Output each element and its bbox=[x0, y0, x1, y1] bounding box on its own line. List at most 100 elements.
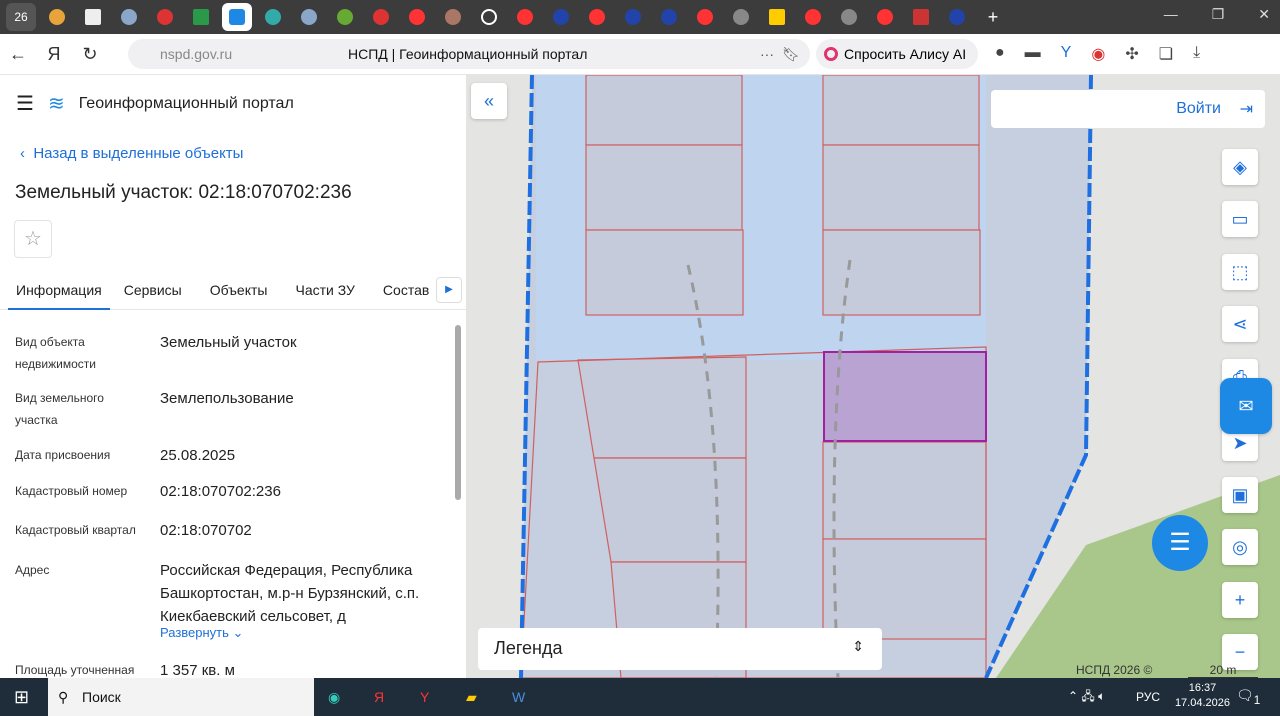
new-tab-button[interactable]: + bbox=[978, 3, 1008, 31]
tab[interactable] bbox=[150, 3, 180, 31]
alice-label: Спросить Алису AI bbox=[844, 46, 967, 62]
tab[interactable] bbox=[366, 3, 396, 31]
share-button[interactable]: ⋖ bbox=[1222, 306, 1258, 342]
yandex-icon[interactable]: Y bbox=[420, 689, 429, 705]
search-label: Поиск bbox=[82, 689, 121, 705]
logo-icon: ≋ bbox=[47, 93, 65, 115]
yandex-browser-icon[interactable]: Я bbox=[374, 689, 384, 705]
tab[interactable] bbox=[438, 3, 468, 31]
taskbar-search[interactable]: ⚲ Поиск bbox=[48, 678, 314, 716]
collections-icon[interactable]: ❏ bbox=[1159, 44, 1173, 64]
map[interactable]: « Войти ⇥ ◈ ▭ ⬚ ⋖ ⎙ ➤ ▣ ◎ + − ✉ ☰ Легенда… bbox=[466, 75, 1280, 678]
extension-icon[interactable]: ▬ bbox=[1025, 44, 1041, 64]
date: 17.04.2026 bbox=[1174, 697, 1230, 709]
back-icon[interactable]: ← bbox=[0, 44, 36, 65]
ruler-button[interactable]: ▭ bbox=[1222, 201, 1258, 237]
tab-info[interactable]: Информация bbox=[8, 278, 110, 310]
zoom-in-button[interactable]: + bbox=[1222, 582, 1258, 618]
translator-extension-button[interactable]: ✉ bbox=[1220, 378, 1272, 434]
login-label: Войти bbox=[1176, 100, 1221, 117]
url-field[interactable]: nspd.gov.ru НСПД | Геоинформационный пор… bbox=[128, 39, 810, 69]
legend-label: Легенда bbox=[494, 638, 563, 658]
extension-icon[interactable]: ◉ bbox=[1091, 44, 1105, 64]
tab[interactable] bbox=[78, 3, 108, 31]
restore-icon[interactable]: ❐ bbox=[1212, 6, 1225, 23]
extension-icon[interactable]: Y bbox=[1061, 44, 1072, 64]
language-indicator[interactable]: РУС bbox=[1136, 690, 1160, 704]
tab[interactable] bbox=[510, 3, 540, 31]
tab-composition[interactable]: Состав bbox=[369, 278, 443, 309]
tabs-next-button[interactable]: ▶ bbox=[436, 277, 462, 303]
word-icon[interactable]: W bbox=[512, 689, 525, 705]
tab[interactable] bbox=[546, 3, 576, 31]
tab-services[interactable]: Сервисы bbox=[110, 278, 196, 309]
notifications-icon[interactable]: 🗨︎1 bbox=[1236, 687, 1260, 707]
tab-count[interactable]: 26 bbox=[6, 3, 36, 31]
address-bar: ← Я ↻ nspd.gov.ru НСПД | Геоинформационн… bbox=[0, 34, 1280, 75]
edge-icon[interactable]: ◉ bbox=[328, 689, 340, 706]
chat-button[interactable]: ☰ bbox=[1152, 515, 1208, 571]
tray-icons[interactable]: ⌃ 🖧︎ 🔈︎ bbox=[1068, 687, 1105, 708]
field-value: Земельный участок bbox=[160, 334, 297, 351]
field-value: Российская Федерация, Республика Башкорт… bbox=[160, 562, 420, 625]
login-button[interactable]: Войти ⇥ bbox=[991, 90, 1265, 128]
expand-link[interactable]: Развернуть ⌄ bbox=[160, 625, 243, 641]
scrollbar[interactable] bbox=[455, 325, 461, 500]
tab[interactable] bbox=[726, 3, 756, 31]
layers-button[interactable]: ◈ bbox=[1222, 149, 1258, 185]
field-label: Кадастровый номер bbox=[15, 484, 128, 498]
minimize-icon[interactable]: — bbox=[1164, 6, 1178, 23]
login-icon: ⇥ bbox=[1239, 101, 1253, 118]
collapse-panel-button[interactable]: « bbox=[471, 83, 507, 119]
field-label: Кадастровый квартал bbox=[15, 523, 136, 537]
yandex-icon[interactable]: Я bbox=[36, 44, 72, 65]
tab[interactable] bbox=[186, 3, 216, 31]
reload-icon[interactable]: ↻ bbox=[72, 44, 108, 65]
field-value: 1 357 кв. м bbox=[160, 662, 235, 678]
tab[interactable] bbox=[690, 3, 720, 31]
clock[interactable]: 16:37 17.04.2026 bbox=[1175, 681, 1230, 711]
back-link[interactable]: ‹ Назад в выделенные объекты bbox=[20, 145, 243, 162]
tab[interactable] bbox=[474, 3, 504, 31]
tab-active[interactable] bbox=[222, 3, 252, 31]
scale-bar: 20 m bbox=[1188, 663, 1258, 678]
download-icon[interactable]: ⤓ bbox=[1193, 44, 1200, 64]
tab[interactable] bbox=[330, 3, 360, 31]
tab[interactable] bbox=[906, 3, 936, 31]
time: 16:37 bbox=[1188, 682, 1217, 694]
tab[interactable] bbox=[582, 3, 612, 31]
extensions-icon[interactable]: ✣ bbox=[1125, 44, 1138, 64]
area-select-button[interactable]: ⬚ bbox=[1222, 254, 1258, 290]
alice-button[interactable]: Спросить Алису AI bbox=[816, 39, 978, 69]
map-canvas bbox=[519, 75, 1280, 678]
windows-start-icon[interactable]: ⊞ bbox=[14, 687, 29, 708]
tab[interactable] bbox=[42, 3, 72, 31]
tab[interactable] bbox=[834, 3, 864, 31]
tab[interactable] bbox=[402, 3, 432, 31]
tab[interactable] bbox=[294, 3, 324, 31]
tab[interactable] bbox=[798, 3, 828, 31]
tab[interactable] bbox=[870, 3, 900, 31]
field-value: Землепользование bbox=[160, 390, 294, 407]
tab-objects[interactable]: Объекты bbox=[196, 278, 282, 309]
close-icon[interactable]: ✕ bbox=[1258, 6, 1270, 23]
favorite-star-button[interactable]: ☆ bbox=[14, 220, 52, 258]
menu-icon[interactable]: ☰ bbox=[16, 91, 34, 116]
minimap-button[interactable]: ▣ bbox=[1222, 477, 1258, 513]
tab[interactable] bbox=[258, 3, 288, 31]
field-value: 25.08.2025 bbox=[160, 447, 236, 464]
field-label: Дата присвоения bbox=[15, 448, 111, 462]
tab[interactable] bbox=[654, 3, 684, 31]
tab[interactable] bbox=[618, 3, 648, 31]
extension-icon[interactable]: ● bbox=[995, 44, 1005, 64]
tab-parts[interactable]: Части ЗУ bbox=[281, 278, 368, 309]
explorer-icon[interactable]: ▰ bbox=[466, 689, 477, 706]
legend-dropdown[interactable]: Легенда ⇕ bbox=[478, 628, 882, 670]
bookmark-icon[interactable]: 🔖︎ bbox=[782, 46, 800, 63]
tab[interactable] bbox=[942, 3, 972, 31]
tab[interactable] bbox=[762, 3, 792, 31]
notification-count: 1 bbox=[1253, 693, 1261, 707]
search-location-button[interactable]: ◎ bbox=[1222, 529, 1258, 565]
more-icon[interactable]: ··· bbox=[760, 46, 774, 62]
tab[interactable] bbox=[114, 3, 144, 31]
